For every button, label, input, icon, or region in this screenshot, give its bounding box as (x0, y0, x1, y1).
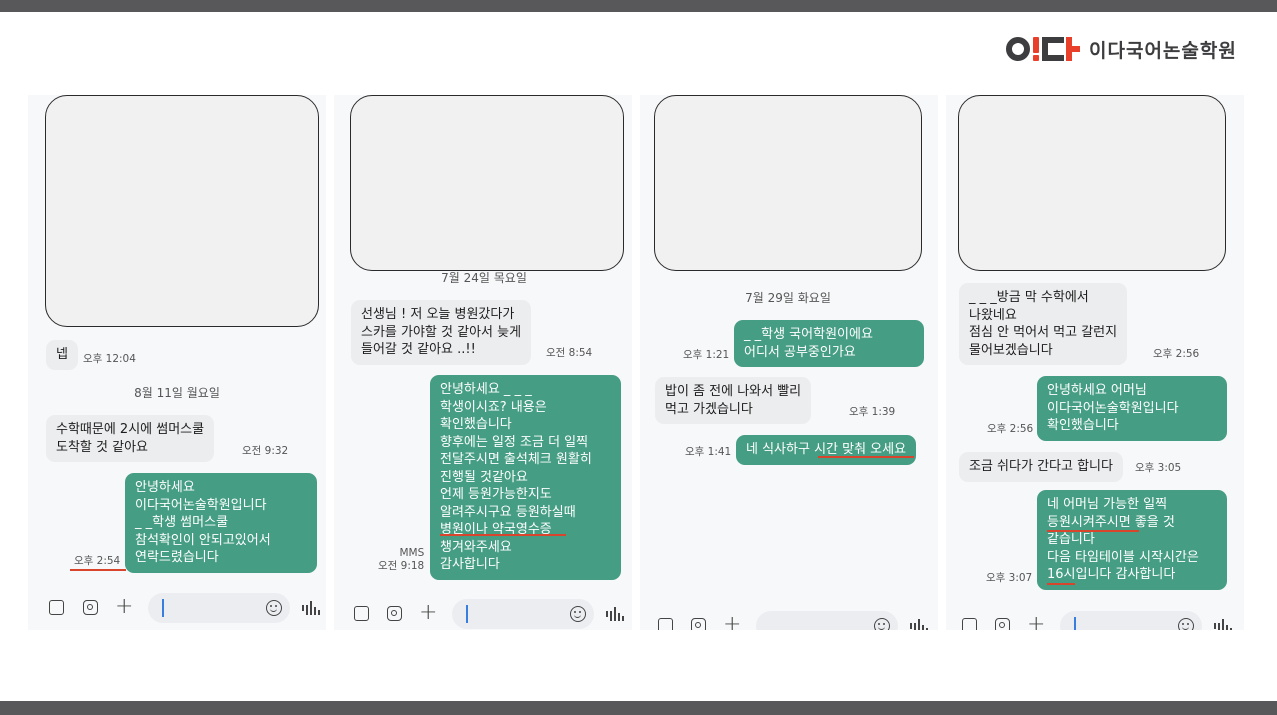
plus-icon[interactable]: + (1027, 614, 1045, 631)
camera-icon[interactable] (691, 618, 706, 630)
outgoing-message: _ _학생 국어학원이에요 어디서 공부중인가요 (734, 320, 924, 367)
date-separator: 7월 24일 목요일 (441, 271, 527, 285)
chat-screenshot-1: 넵 오후 12:04 8월 11일 월요일 수학때문에 2시에 썸머스쿨 도착할… (28, 95, 326, 630)
message-time: 오후 2:56 (1153, 348, 1200, 360)
highlight-underline (818, 456, 914, 458)
brand-logo: 이다국어논술학원 (1006, 34, 1237, 64)
gallery-icon[interactable] (49, 600, 64, 615)
message-input-bar: + (640, 608, 938, 630)
text-caret (1074, 617, 1076, 630)
emoji-icon[interactable] (266, 600, 282, 616)
voice-icon[interactable] (910, 619, 928, 630)
message-time: 오후 1:41 (685, 446, 732, 458)
message-time: 오후 3:07 (986, 572, 1033, 584)
chat-screenshot-4: _ _ _방금 막 수학에서 나왔네요 점심 안 먹어서 먹고 갈런지 물어보겠… (946, 95, 1244, 630)
date-separator: 7월 29일 화요일 (745, 291, 831, 305)
voice-icon[interactable] (302, 601, 320, 615)
top-bar (0, 0, 1277, 12)
plus-icon[interactable]: + (419, 602, 437, 624)
message-input-bar: + (946, 608, 1244, 630)
message-input-bar: + (334, 597, 632, 630)
highlight-underline (440, 534, 566, 536)
message-time: 오후 1:39 (849, 406, 896, 418)
chat-screenshot-2: 7월 24일 목요일 선생님 ! 저 오늘 병원갔다가 스카를 가야할 것 같아… (334, 95, 632, 630)
message-input[interactable] (452, 599, 594, 629)
message-time: 오전 8:54 (546, 347, 593, 359)
text-caret (162, 599, 164, 617)
highlight-underline (70, 569, 126, 571)
photo-placeholder (350, 95, 624, 271)
camera-icon[interactable] (995, 618, 1010, 630)
camera-icon[interactable] (387, 606, 402, 621)
emoji-icon[interactable] (570, 606, 586, 622)
outgoing-message: 안녕하세요 어머님 이다국어논술학원입니다 확인했습니다 (1037, 376, 1227, 441)
plus-icon[interactable]: + (115, 596, 133, 618)
photo-placeholder (654, 95, 922, 271)
message-input[interactable] (1060, 611, 1202, 630)
photo-placeholder (45, 95, 319, 327)
outgoing-message: 네 어머님 가능한 일찍 등원시켜주시면 좋을 것 같습니다 다음 타임테이블 … (1037, 490, 1227, 590)
voice-icon[interactable] (606, 607, 624, 621)
message-time: MMS 오전 9:18 (378, 547, 425, 572)
message-time: 오후 12:04 (83, 353, 136, 365)
emoji-icon[interactable] (874, 618, 890, 630)
gallery-icon[interactable] (658, 618, 673, 630)
date-separator: 8월 11일 월요일 (134, 386, 220, 400)
plus-icon[interactable]: + (723, 614, 741, 631)
message-time: 오후 3:05 (1135, 462, 1182, 474)
outgoing-message: 안녕하세요 _ _ _ 학생이시죠? 내용은 확인했습니다 향후에는 일정 조금… (430, 375, 621, 580)
voice-icon[interactable] (1214, 619, 1232, 630)
chat-screenshot-3: 7월 29일 화요일 _ _학생 국어학원이에요 어디서 공부중인가요 오후 1… (640, 95, 938, 630)
incoming-message: 조금 쉬다가 간다고 합니다 (959, 452, 1123, 482)
gallery-icon[interactable] (354, 606, 369, 621)
incoming-message: _ _ _방금 막 수학에서 나왔네요 점심 안 먹어서 먹고 갈런지 물어보겠… (959, 283, 1128, 365)
outgoing-message: 안녕하세요 이다국어논술학원입니다 _ _학생 썸머스쿨 참석확인이 안되고있어… (125, 473, 317, 573)
highlight-underline (1047, 583, 1075, 585)
incoming-message: 넵 (46, 340, 78, 370)
bottom-bar (0, 701, 1277, 715)
message-time: 오전 9:32 (242, 445, 289, 457)
incoming-message: 수학때문에 2시에 썸머스쿨 도착할 것 같아요 (46, 415, 215, 462)
camera-icon[interactable] (83, 600, 98, 615)
emoji-icon[interactable] (1178, 618, 1194, 630)
logo-mark (1006, 35, 1080, 63)
message-time: 오후 1:21 (683, 349, 730, 361)
outgoing-message: 네 식사하구 시간 맞춰 오세요 (736, 435, 917, 465)
highlight-underline (1047, 530, 1139, 532)
text-caret (466, 605, 468, 623)
message-input[interactable] (148, 593, 290, 623)
message-time: 오후 2:54 (74, 555, 121, 567)
gallery-icon[interactable] (962, 618, 977, 630)
incoming-message: 밥이 좀 전에 나와서 빨리 먹고 가겠습니다 (655, 377, 812, 424)
message-input[interactable] (756, 611, 898, 630)
incoming-message: 선생님 ! 저 오늘 병원갔다가 스카를 가야할 것 같아서 늦게 들어갈 것 … (351, 300, 532, 365)
message-input-bar: + (28, 591, 326, 627)
message-time: 오후 2:56 (987, 423, 1034, 435)
photo-placeholder (958, 95, 1226, 271)
brand-name: 이다국어논술학원 (1089, 39, 1237, 62)
